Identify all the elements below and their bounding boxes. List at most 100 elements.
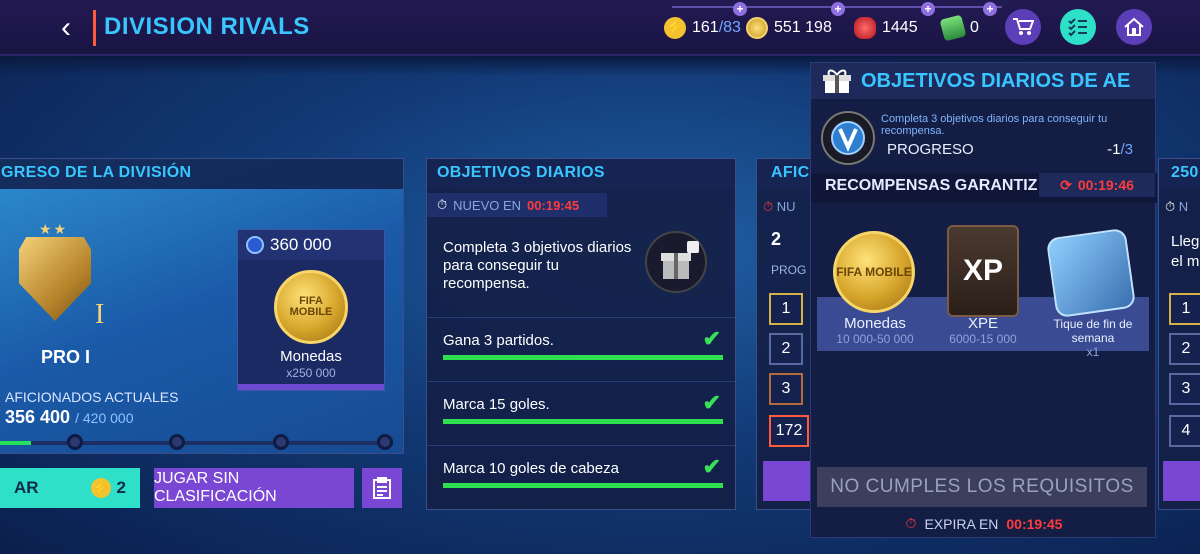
milestone-box[interactable]: 1	[769, 293, 803, 325]
rank-name: PRO I	[41, 347, 91, 367]
reward-quantity: x250 000	[286, 366, 336, 380]
division-progress-panel: GRESO DE LA DIVISIÓN ★★ I PRO I 360 000 …	[0, 158, 404, 454]
reward-range: 6000-15 000	[949, 332, 1017, 346]
expires-time: 00:19:45	[1006, 515, 1063, 532]
milestone-box[interactable]: 172	[769, 415, 809, 447]
check-icon: ✔	[702, 390, 721, 415]
play-unranked-button[interactable]: JUGAR SIN CLASIFICACIÓN	[154, 468, 354, 508]
objective-row: Gana 3 partidos. ✔	[427, 317, 735, 381]
energy-counter: ⚡ 161/83	[664, 12, 741, 44]
gift-box-icon	[661, 241, 699, 279]
lightning-icon: ⚡	[90, 478, 111, 498]
new-in-time: 00:19:45	[527, 197, 580, 213]
top-bar: ‹ DIVISION RIVALS + + + + ⚡ 161/83 551 1…	[0, 0, 1200, 56]
play-ranked-button[interactable]: AR ⚡ 2	[0, 468, 140, 508]
reward-xp[interactable]: XPE 6000-15 000	[933, 315, 1033, 346]
reward-name: Monedas	[280, 348, 342, 365]
reward-name: Tique de fin de semana	[1053, 317, 1133, 345]
timer-label-text: NU	[776, 199, 796, 214]
fans-current: 356 400	[5, 407, 71, 427]
home-button[interactable]	[1116, 9, 1152, 45]
rank-numeral: I	[95, 299, 105, 330]
medal-v-icon	[831, 121, 865, 155]
coin-label: FIFA MOBILE	[836, 265, 912, 279]
objectives-button[interactable]	[1060, 9, 1096, 45]
gems-counter: 1445	[854, 12, 918, 44]
stopwatch-icon: ⏱	[763, 199, 774, 214]
store-button[interactable]	[1005, 9, 1041, 45]
progress-milestone	[169, 434, 185, 450]
rewards-timer-value: 00:19:46	[1077, 177, 1134, 193]
tokens-counter: 0	[939, 12, 979, 44]
expires-label: EXPIRA EN	[924, 515, 999, 532]
milestone-box[interactable]: 2	[1169, 333, 1200, 365]
popup-description: Completa 3 objetivos diarios para conseg…	[881, 113, 1108, 137]
objective-progress-bar	[443, 483, 723, 488]
add-gems-button[interactable]: +	[921, 2, 935, 16]
reward-requirement: 360 000	[238, 230, 384, 260]
stopwatch-icon: ⏱	[437, 197, 448, 212]
clock-icon: ⟳	[1060, 176, 1072, 193]
reward-range: x1	[1086, 345, 1100, 359]
medal-icon	[821, 111, 875, 165]
weekend-ticket-icon	[1045, 227, 1137, 319]
milestone-box[interactable]: 1	[1169, 293, 1200, 325]
clipboard-icon	[373, 477, 391, 499]
reward-ticket[interactable]: Tique de fin de semana x1	[1035, 317, 1151, 359]
energy-value: 161	[692, 19, 719, 36]
reward-name: Monedas	[844, 315, 906, 332]
fans-count: 2	[771, 229, 782, 249]
progress-value: -1/3	[1107, 141, 1133, 158]
xp-card-icon: XP	[947, 225, 1019, 317]
requirements-button[interactable]: NO CUMPLES LOS REQUISITOS	[817, 467, 1147, 507]
coins-value: 551 198	[774, 19, 832, 36]
fifa-coin-icon: FIFA MOBILE	[833, 231, 915, 313]
rewards-heading: RECOMPENSAS GARANTIZ	[825, 177, 1038, 194]
rules-button[interactable]	[362, 468, 402, 508]
stopwatch-icon: ⏱	[1165, 199, 1176, 214]
reward-coins[interactable]: Monedas 10 000-50 000	[817, 315, 933, 346]
fans-icon	[246, 236, 264, 254]
gems-value: 1445	[882, 19, 918, 36]
progress-label: PROGRESO	[887, 141, 974, 158]
lightning-icon: ⚡	[664, 17, 686, 39]
progress-milestone	[377, 434, 393, 450]
fans-milestones-panel: AFIC ⏱ NU 2 PROG 1 2 3 172	[756, 158, 813, 510]
claim-button[interactable]	[1163, 461, 1200, 501]
add-tokens-button[interactable]: +	[983, 2, 997, 16]
reward-amount: 360 000	[270, 235, 332, 254]
energy-max: /83	[718, 19, 741, 36]
milestone-box[interactable]: 4	[1169, 415, 1200, 447]
checklist-icon	[1068, 18, 1087, 37]
objectives-description: Completa 3 objetivos diarios para conseg…	[443, 239, 632, 292]
far-panel-heading: 250	[1159, 159, 1200, 189]
tokens-value: 0	[970, 19, 979, 36]
objective-text: Marca 10 goles de cabeza	[443, 460, 619, 477]
fans-progress-fill	[0, 441, 32, 445]
gift-locked-icon[interactable]	[645, 231, 707, 293]
milestone-box[interactable]: 3	[1169, 373, 1200, 405]
division-reward-card[interactable]: 360 000 FIFA MOBILE Monedas x250 000	[237, 229, 385, 391]
cart-icon	[1013, 18, 1034, 35]
progress-milestone	[67, 434, 83, 450]
objective-row: Marca 15 goles. ✔	[427, 381, 735, 445]
new-in-timer: ⏱ NUEVO EN 00:19:45	[427, 193, 607, 217]
back-button[interactable]: ‹	[54, 12, 78, 44]
progress-max: /3	[1120, 141, 1133, 158]
progress-current: -1	[1107, 141, 1121, 158]
milestone-box[interactable]: 3	[769, 373, 803, 405]
new-in-label: NUEVO EN	[453, 197, 522, 213]
play-cost: ⚡ 2	[90, 478, 126, 498]
popup-header: OBJETIVOS DIARIOS DE AE	[811, 63, 1155, 99]
fifa-coin-icon: FIFA MOBILE	[274, 270, 348, 344]
coin-icon	[746, 17, 768, 39]
expiry-timer: ⏱ EXPIRA EN 00:19:45	[811, 515, 1157, 532]
play-count: 2	[116, 478, 126, 497]
coins-counter: 551 198	[746, 12, 832, 44]
claim-button[interactable]	[763, 461, 813, 501]
division-progress-heading: GRESO DE LA DIVISIÓN	[0, 159, 403, 189]
add-coins-button[interactable]: +	[831, 2, 845, 16]
home-icon	[1124, 17, 1144, 36]
popup-title: OBJETIVOS DIARIOS DE AE	[861, 69, 1131, 92]
milestone-box[interactable]: 2	[769, 333, 803, 365]
